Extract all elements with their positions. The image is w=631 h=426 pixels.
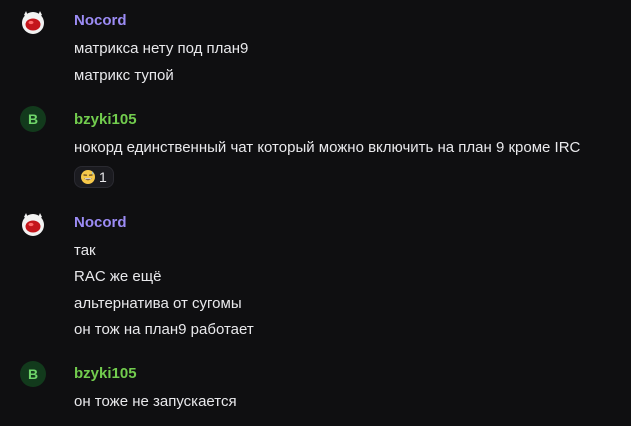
- message-text: альтернатива от сугомы: [74, 295, 242, 312]
- author-name[interactable]: bzyki105: [74, 111, 137, 129]
- message-text: он тож на план9 работает: [74, 321, 254, 338]
- avatar[interactable]: [20, 9, 46, 35]
- glenda-bunny-icon: [22, 11, 44, 34]
- avatar-letter: B: [27, 366, 39, 382]
- author-name[interactable]: Nocord: [74, 12, 127, 30]
- message-text: так: [74, 242, 96, 259]
- reaction-count: 1: [99, 169, 107, 185]
- message-text: нокорд единственный чат который можно вк…: [74, 139, 581, 156]
- avatar[interactable]: B: [20, 106, 46, 132]
- avatar[interactable]: B: [20, 361, 46, 387]
- grinning-sweat-emoji-icon: [81, 170, 95, 184]
- avatar-letter: B: [27, 111, 39, 127]
- author-name[interactable]: bzyki105: [74, 365, 137, 383]
- message-text: матрикс тупой: [74, 67, 174, 84]
- chat-view: Nocord матрикса нету под план9 матрикс т…: [0, 0, 631, 426]
- message-text: он тоже не запускается: [74, 393, 237, 410]
- author-name[interactable]: Nocord: [74, 214, 127, 232]
- glenda-bunny-icon: [22, 213, 44, 236]
- reaction-chip[interactable]: 1: [74, 166, 114, 188]
- avatar[interactable]: [20, 211, 46, 237]
- message-text: матрикса нету под план9: [74, 40, 249, 57]
- message-text: RAC же ещё: [74, 268, 162, 285]
